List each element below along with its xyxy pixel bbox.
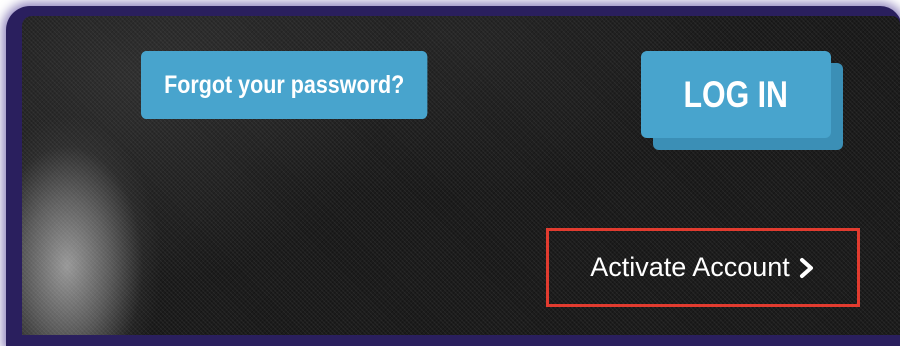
login-panel: Forgot your password? LOG IN Activate Ac…	[22, 16, 900, 335]
activate-account-highlight: Activate Account	[546, 228, 860, 307]
login-button-label: LOG IN	[683, 73, 789, 115]
forgot-password-button[interactable]: Forgot your password?	[141, 51, 428, 119]
activate-account-label: Activate Account	[590, 252, 790, 282]
login-button[interactable]: LOG IN	[641, 51, 831, 138]
screenshot-frame: Forgot your password? LOG IN Activate Ac…	[0, 0, 900, 346]
chevron-right-icon	[799, 257, 813, 278]
activate-account-link[interactable]: Activate Account	[549, 231, 857, 304]
